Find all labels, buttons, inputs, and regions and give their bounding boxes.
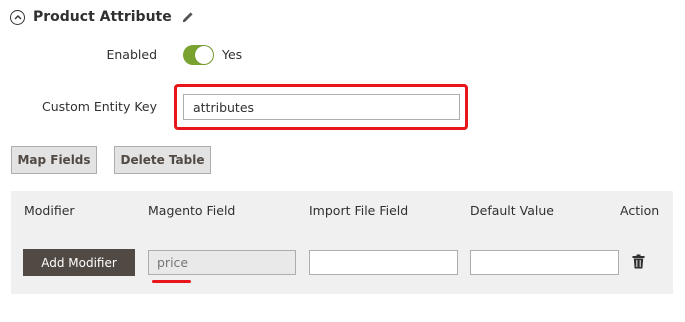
magento-field-input[interactable] bbox=[148, 250, 296, 275]
delete-table-button[interactable]: Delete Table bbox=[114, 146, 211, 174]
enabled-label: Enabled bbox=[106, 47, 157, 62]
enabled-value-text: Yes bbox=[222, 47, 243, 62]
circle-chevron-up-icon[interactable] bbox=[10, 9, 25, 25]
custom-entity-key-input[interactable] bbox=[183, 94, 460, 120]
header-action: Action bbox=[620, 203, 660, 218]
header-modifier: Modifier bbox=[24, 203, 75, 218]
pencil-icon[interactable] bbox=[182, 11, 194, 23]
mapping-grid: Modifier Magento Field Import File Field… bbox=[11, 191, 673, 294]
header-import-file-field: Import File Field bbox=[309, 203, 409, 218]
custom-entity-key-label: Custom Entity Key bbox=[42, 99, 157, 114]
header-magento-field: Magento Field bbox=[148, 203, 236, 218]
trash-icon[interactable] bbox=[632, 254, 645, 273]
enabled-toggle[interactable] bbox=[183, 45, 214, 65]
default-value-input[interactable] bbox=[470, 250, 619, 275]
highlight-underline bbox=[152, 280, 191, 283]
header-default-value: Default Value bbox=[470, 203, 554, 218]
add-modifier-button[interactable]: Add Modifier bbox=[23, 249, 135, 276]
map-fields-button[interactable]: Map Fields bbox=[11, 146, 97, 174]
toggle-knob bbox=[195, 46, 213, 64]
section-header[interactable]: Product Attribute bbox=[10, 7, 194, 27]
import-file-field-input[interactable] bbox=[309, 250, 458, 275]
section-title: Product Attribute bbox=[33, 9, 172, 25]
